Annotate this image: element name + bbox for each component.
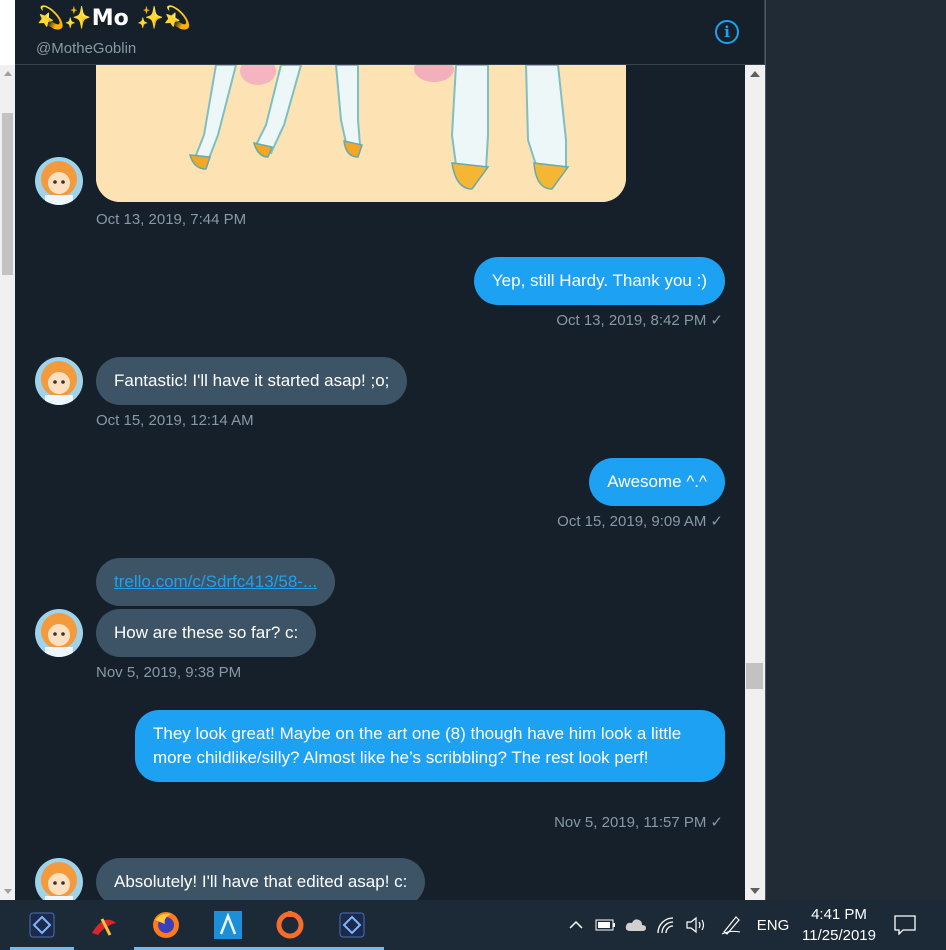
- received-link-bubble[interactable]: trello.com/c/Sdrfc413/58-...: [96, 558, 336, 606]
- sent-check-icon: ✓: [710, 312, 723, 329]
- sent-check-icon: ✓: [710, 513, 723, 530]
- paint-brush-icon: [92, 918, 116, 936]
- contact-avatar[interactable]: [35, 357, 83, 405]
- sent-check-icon: ✓: [710, 814, 723, 831]
- affinity-photo-icon: [339, 912, 365, 938]
- system-clock[interactable]: 4:41 PM 11/25/2019: [796, 904, 882, 946]
- affinity-designer-icon: [214, 911, 242, 939]
- timestamp-text: Oct 13, 2019, 8:42 PM: [556, 312, 707, 329]
- speaker-icon[interactable]: [682, 900, 710, 950]
- taskbar-app-2[interactable]: [72, 900, 136, 950]
- chevron-up-icon[interactable]: [562, 900, 590, 950]
- message-timestamp: Nov 5, 2019, 11:57 PM ✓: [554, 813, 723, 831]
- left-scrollbar[interactable]: [0, 65, 15, 900]
- cloud-icon[interactable]: [622, 900, 650, 950]
- scrollbar-thumb[interactable]: [746, 663, 763, 689]
- taskbar-affinity[interactable]: [196, 900, 260, 950]
- battery-icon[interactable]: [592, 900, 620, 950]
- received-message-bubble[interactable]: Fantastic! I'll have it started asap! ;o…: [96, 357, 408, 405]
- message-list[interactable]: Oct 13, 2019, 7:44 PM Yep, still Hardy. …: [15, 65, 745, 900]
- contact-avatar[interactable]: [35, 609, 83, 657]
- sent-message-bubble[interactable]: They look great! Maybe on the art one (8…: [135, 710, 725, 782]
- message-timestamp: Oct 13, 2019, 8:42 PM ✓: [556, 311, 723, 329]
- wifi-icon[interactable]: [652, 900, 680, 950]
- scrollbar-thumb[interactable]: [2, 113, 13, 275]
- language-indicator[interactable]: ENG: [752, 900, 794, 950]
- taskbar-firefox[interactable]: [134, 900, 198, 950]
- message-timestamp: Oct 13, 2019, 7:44 PM: [96, 211, 247, 228]
- message-timestamp: Oct 15, 2019, 12:14 AM: [96, 412, 254, 429]
- trello-link[interactable]: trello.com/c/Sdrfc413/58-...: [114, 572, 317, 591]
- clock-date: 11/25/2019: [802, 927, 876, 944]
- info-icon[interactable]: i: [715, 20, 739, 44]
- scroll-down-arrow-icon[interactable]: [4, 889, 12, 894]
- taskbar-origin[interactable]: [258, 900, 322, 950]
- scroll-down-arrow-icon[interactable]: [750, 888, 760, 894]
- contact-avatar[interactable]: [35, 858, 83, 900]
- window-edge: [0, 0, 15, 65]
- taskbar-app-1[interactable]: [10, 900, 74, 950]
- received-message-bubble[interactable]: How are these so far? c:: [96, 609, 317, 657]
- clock-time: 4:41 PM: [811, 906, 867, 923]
- message-timestamp: Oct 15, 2019, 9:09 AM ✓: [557, 512, 723, 530]
- pen-icon[interactable]: [716, 900, 746, 950]
- contact-handle: @MotheGoblin: [36, 40, 137, 57]
- conversation-scrollbar[interactable]: [745, 65, 765, 900]
- timestamp-text: Nov 5, 2019, 11:57 PM: [554, 814, 707, 831]
- taskbar: ENG 4:41 PM 11/25/2019: [0, 900, 946, 950]
- notifications-icon[interactable]: [890, 900, 920, 950]
- firefox-icon: [153, 912, 179, 938]
- sent-message-bubble[interactable]: Awesome ^.^: [589, 458, 725, 506]
- contact-avatar[interactable]: [35, 157, 83, 205]
- scroll-up-arrow-icon[interactable]: [750, 71, 760, 77]
- scroll-up-arrow-icon[interactable]: [4, 71, 12, 76]
- desktop-background: [765, 0, 946, 900]
- origin-icon: [276, 911, 304, 939]
- received-message-bubble[interactable]: Absolutely! I'll have that edited asap! …: [96, 858, 426, 900]
- timestamp-text: Oct 15, 2019, 9:09 AM: [557, 513, 707, 530]
- sent-message-bubble[interactable]: Yep, still Hardy. Thank you :): [473, 257, 725, 305]
- affinity-photo-icon: [29, 912, 55, 938]
- contact-display-name[interactable]: 💫✨Mo ✨💫: [37, 6, 191, 31]
- message-timestamp: Nov 5, 2019, 9:38 PM: [96, 664, 242, 681]
- conversation-header: 💫✨Mo ✨💫 @MotheGoblin i: [15, 0, 765, 65]
- message-image[interactable]: [96, 65, 626, 202]
- taskbar-app-6[interactable]: [320, 900, 384, 950]
